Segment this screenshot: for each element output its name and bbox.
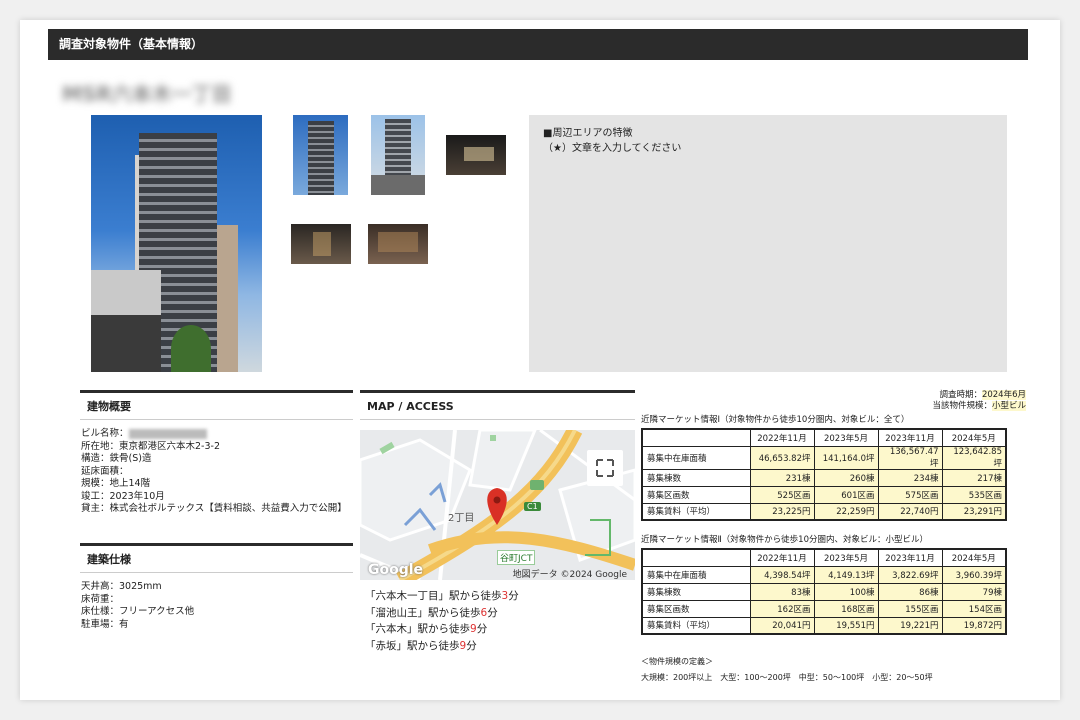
scale-row: 規模：地上14階 <box>81 478 151 489</box>
structure-row: 構造：鉄骨(S)造 <box>81 453 152 464</box>
table-header-row: 2022年11月 2023年5月 2023年11月 2024年5月 <box>641 548 1007 567</box>
road-c1-label: C1 <box>524 502 541 511</box>
access-row: 「六本木」駅から徒歩9分 <box>365 623 488 635</box>
market2-title: 近隣マーケット情報Ⅱ（対象物件から徒歩10分圏内、対象ビル：小型ビル） <box>641 535 929 545</box>
table-row: 募集棟数 231棟 260棟 234棟 217棟 <box>641 468 1007 487</box>
map-access-section: MAP / ACCESS <box>360 390 635 420</box>
main-building-photo <box>91 115 262 372</box>
building-specs-section: 建築仕様 天井高：3025mm 床荷重： 床仕様：フリーアクセス他 駐車場：有 <box>80 543 353 631</box>
entrance-night-thumbnail[interactable] <box>446 135 506 175</box>
map-pin-icon[interactable] <box>484 486 510 526</box>
market1-title: 近隣マーケット情報Ⅰ（対象物件から徒歩10分圏内、対象ビル：全て） <box>641 415 910 425</box>
building-specs-list: 天井高：3025mm 床荷重： 床仕様：フリーアクセス他 駐車場：有 <box>80 581 353 631</box>
floor-area-row: 延床面積： <box>81 465 129 477</box>
lobby-thumbnail[interactable] <box>291 224 351 264</box>
floor-spec-row: 床仕様：フリーアクセス他 <box>81 606 195 617</box>
google-map[interactable]: 2丁目 C1 谷町JCT Google 地図データ ©2024 Google <box>360 430 635 580</box>
fullscreen-icon[interactable] <box>587 450 623 486</box>
access-row: 「六本木一丁目」駅から徒歩3分 <box>365 590 519 602</box>
table-row: 募集棟数 83棟 100棟 86棟 79棟 <box>641 582 1007 601</box>
property-scale: 当該物件規模：小型ビル <box>932 401 1026 411</box>
definitions-text: 大規模：200坪以上 大型：100〜200坪 中型：50〜100坪 小型：20〜… <box>641 673 933 682</box>
floor-load-row: 床荷重： <box>81 593 120 605</box>
building-overview-section: 建物概要 ビル名称： 所在地：東京都港区六本木2-3-2 構造：鉄骨(S)造 延… <box>80 390 353 516</box>
table-row: 募集区画数 162区画 168区画 155区画 154区画 <box>641 599 1007 618</box>
access-row: 「赤坂」駅から徒歩9分 <box>365 639 477 652</box>
definitions-title: ＜物件規模の定義＞ <box>641 657 713 666</box>
building-overview-list: ビル名称： 所在地：東京都港区六本木2-3-2 構造：鉄骨(S)造 延床面積： … <box>80 428 353 516</box>
completion-row: 竣工：2023年10月 <box>81 490 165 502</box>
parking-row: 駐車場：有 <box>81 618 129 630</box>
section-header: 調査対象物件（基本情報） <box>48 29 1028 60</box>
area-features-box: ■周辺エリアの特徴 （★）文章を入力してください <box>529 115 1007 372</box>
market1-table: 2022年11月 2023年5月 2023年11月 2024年5月 募集中在庫面… <box>641 428 1007 521</box>
property-name-blurred: MSR六本木一丁目 <box>62 82 232 106</box>
building-name-redacted <box>128 428 207 439</box>
address-row: 所在地：東京都港区六本木2-3-2 <box>81 440 220 452</box>
map-access-heading: MAP / ACCESS <box>360 390 635 420</box>
building-name-row: ビル名称： <box>81 428 353 441</box>
access-list: 「六本木一丁目」駅から徒歩3分 「溜池山王」駅から徒歩6分 「六本木」駅から徒歩… <box>365 588 519 654</box>
building-specs-heading: 建築仕様 <box>80 543 353 573</box>
area-features-placeholder: （★）文章を入力してください <box>543 143 682 154</box>
lobby-interior-thumbnail[interactable] <box>368 224 428 264</box>
tanimachi-jct-label: 谷町JCT <box>497 550 536 565</box>
entrance-thumbnail[interactable] <box>371 115 425 195</box>
area-features-heading: ■周辺エリアの特徴 <box>543 128 633 139</box>
building-thumbnail[interactable] <box>293 115 348 195</box>
table-row: 募集区画数 525区画 601区画 575区画 535区画 <box>641 485 1007 504</box>
table-row: 募集賃料（平均） 23,225円 22,259円 22,740円 23,291円 <box>641 502 1007 521</box>
market2-table: 2022年11月 2023年5月 2023年11月 2024年5月 募集中在庫面… <box>641 548 1007 635</box>
access-row: 「溜池山王」駅から徒歩6分 <box>365 606 498 619</box>
scale-definitions: ＜物件規模の定義＞ 大規模：200坪以上 大型：100〜200坪 中型：50〜1… <box>641 654 933 686</box>
survey-info: 調査時期：2024年6月 当該物件規模：小型ビル <box>932 390 1026 412</box>
table-header-row: 2022年11月 2023年5月 2023年11月 2024年5月 <box>641 428 1007 447</box>
ceiling-height-row: 天井高：3025mm <box>81 581 162 592</box>
google-logo: Google <box>368 562 424 578</box>
lessor-row: 貸主：株式会社ボルテックス【賃料相談、共益費入力で公開】 <box>81 503 347 514</box>
map-district-label: 2丁目 <box>448 513 475 524</box>
table-row: 募集中在庫面積 4,398.54坪 4,149.13坪 3,822.69坪 3,960… <box>641 565 1007 584</box>
survey-period: 調査時期：2024年6月 <box>939 390 1026 400</box>
report-sheet: 調査対象物件（基本情報） MSR六本木一丁目 ■周辺エリアの特徴 （★）文章を入… <box>20 20 1060 700</box>
table-row: 募集賃料（平均） 20,041円 19,551円 19,221円 19,872円 <box>641 616 1007 635</box>
building-overview-heading: 建物概要 <box>80 390 353 420</box>
map-attribution: 地図データ ©2024 Google <box>512 570 627 580</box>
table-row: 募集中在庫面積 46,653.82坪 141,164.0坪 136,567.47坪 1… <box>641 445 1007 470</box>
